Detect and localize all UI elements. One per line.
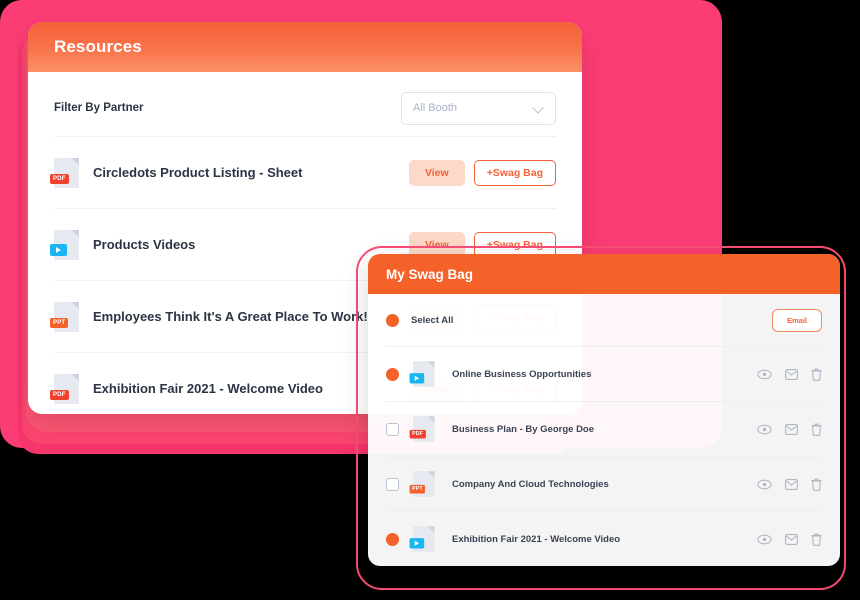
select-all-group: Select All [386, 313, 454, 327]
select-all-label: Select All [411, 314, 454, 326]
email-button[interactable]: Email [771, 308, 822, 332]
view-button[interactable]: View [408, 159, 465, 186]
filter-row: Filter By Partner All Booth [54, 72, 556, 136]
row-checkbox[interactable] [386, 532, 399, 546]
table-row[interactable]: PDF Circledots Product Listing - Sheet V… [50, 136, 556, 208]
row-actions: View +Swag Bag [408, 159, 556, 186]
trash-icon[interactable] [811, 368, 822, 381]
eye-icon[interactable] [757, 369, 772, 380]
trash-icon[interactable] [811, 533, 822, 546]
play-icon [50, 243, 67, 256]
envelope-icon[interactable] [785, 423, 798, 435]
swag-bag-body: Select All Email Online Business Opportu… [368, 294, 840, 566]
trash-icon[interactable] [811, 478, 822, 491]
item-actions [757, 478, 822, 491]
resource-title: Products Videos [93, 237, 196, 252]
pdf-badge-label: PDF [409, 429, 426, 439]
envelope-icon[interactable] [785, 478, 798, 490]
filter-label: Filter By Partner [54, 102, 144, 114]
play-icon [409, 373, 425, 384]
play-icon [409, 538, 425, 549]
partner-filter-value: All Booth [413, 102, 458, 114]
item-actions [757, 423, 822, 436]
add-to-swag-bag-button[interactable]: +Swag Bag [473, 159, 556, 186]
resource-title: Circledots Product Listing - Sheet [93, 165, 303, 180]
swag-bag-header: My Swag Bag [368, 254, 840, 294]
pdf-file-icon: PDF [50, 157, 79, 188]
swag-item-title: Business Plan - By George Doe [452, 423, 595, 435]
page-title: Resources [54, 37, 142, 56]
list-item[interactable]: PDF Business Plan - By George Doe [386, 401, 822, 456]
envelope-icon[interactable] [785, 368, 798, 380]
pdf-file-icon: PDF [409, 416, 435, 442]
select-all-row: Select All Email [386, 294, 822, 346]
partner-filter-select[interactable]: All Booth [401, 91, 556, 125]
ppt-file-icon: PPT [409, 471, 435, 497]
envelope-icon[interactable] [785, 533, 798, 545]
row-checkbox[interactable] [386, 367, 399, 381]
ppt-file-icon: PPT [50, 301, 79, 332]
ppt-badge-label: PPT [409, 484, 426, 494]
list-item[interactable]: Exhibition Fair 2021 - Welcome Video [386, 511, 822, 566]
resources-header: Resources [28, 22, 582, 72]
pdf-file-icon: PDF [50, 373, 79, 404]
list-item[interactable]: Online Business Opportunities [386, 346, 822, 401]
list-item[interactable]: PPT Company And Cloud Technologies [386, 456, 822, 511]
video-file-icon [50, 229, 79, 260]
select-all-checkbox[interactable] [386, 313, 399, 327]
swag-item-title: Exhibition Fair 2021 - Welcome Video [452, 533, 621, 545]
video-file-icon [409, 361, 435, 387]
video-file-icon [409, 526, 435, 552]
chevron-down-icon [533, 103, 544, 114]
eye-icon[interactable] [757, 424, 772, 435]
item-actions [757, 368, 822, 381]
row-checkbox[interactable] [386, 422, 399, 436]
eye-icon[interactable] [757, 534, 772, 545]
swag-item-title: Online Business Opportunities [452, 368, 592, 380]
ppt-badge-label: PPT [50, 317, 69, 328]
swag-bag-panel: My Swag Bag Select All Email Online Busi… [368, 254, 840, 566]
pdf-badge-label: PDF [50, 389, 69, 400]
pdf-badge-label: PDF [50, 173, 69, 184]
screenshot-stage: Resources Filter By Partner All Booth PD… [0, 0, 860, 600]
swag-bag-title: My Swag Bag [386, 266, 474, 282]
eye-icon[interactable] [757, 479, 772, 490]
row-checkbox[interactable] [386, 477, 399, 491]
swag-item-title: Company And Cloud Technologies [452, 478, 609, 490]
item-actions [757, 533, 822, 546]
trash-icon[interactable] [811, 423, 822, 436]
